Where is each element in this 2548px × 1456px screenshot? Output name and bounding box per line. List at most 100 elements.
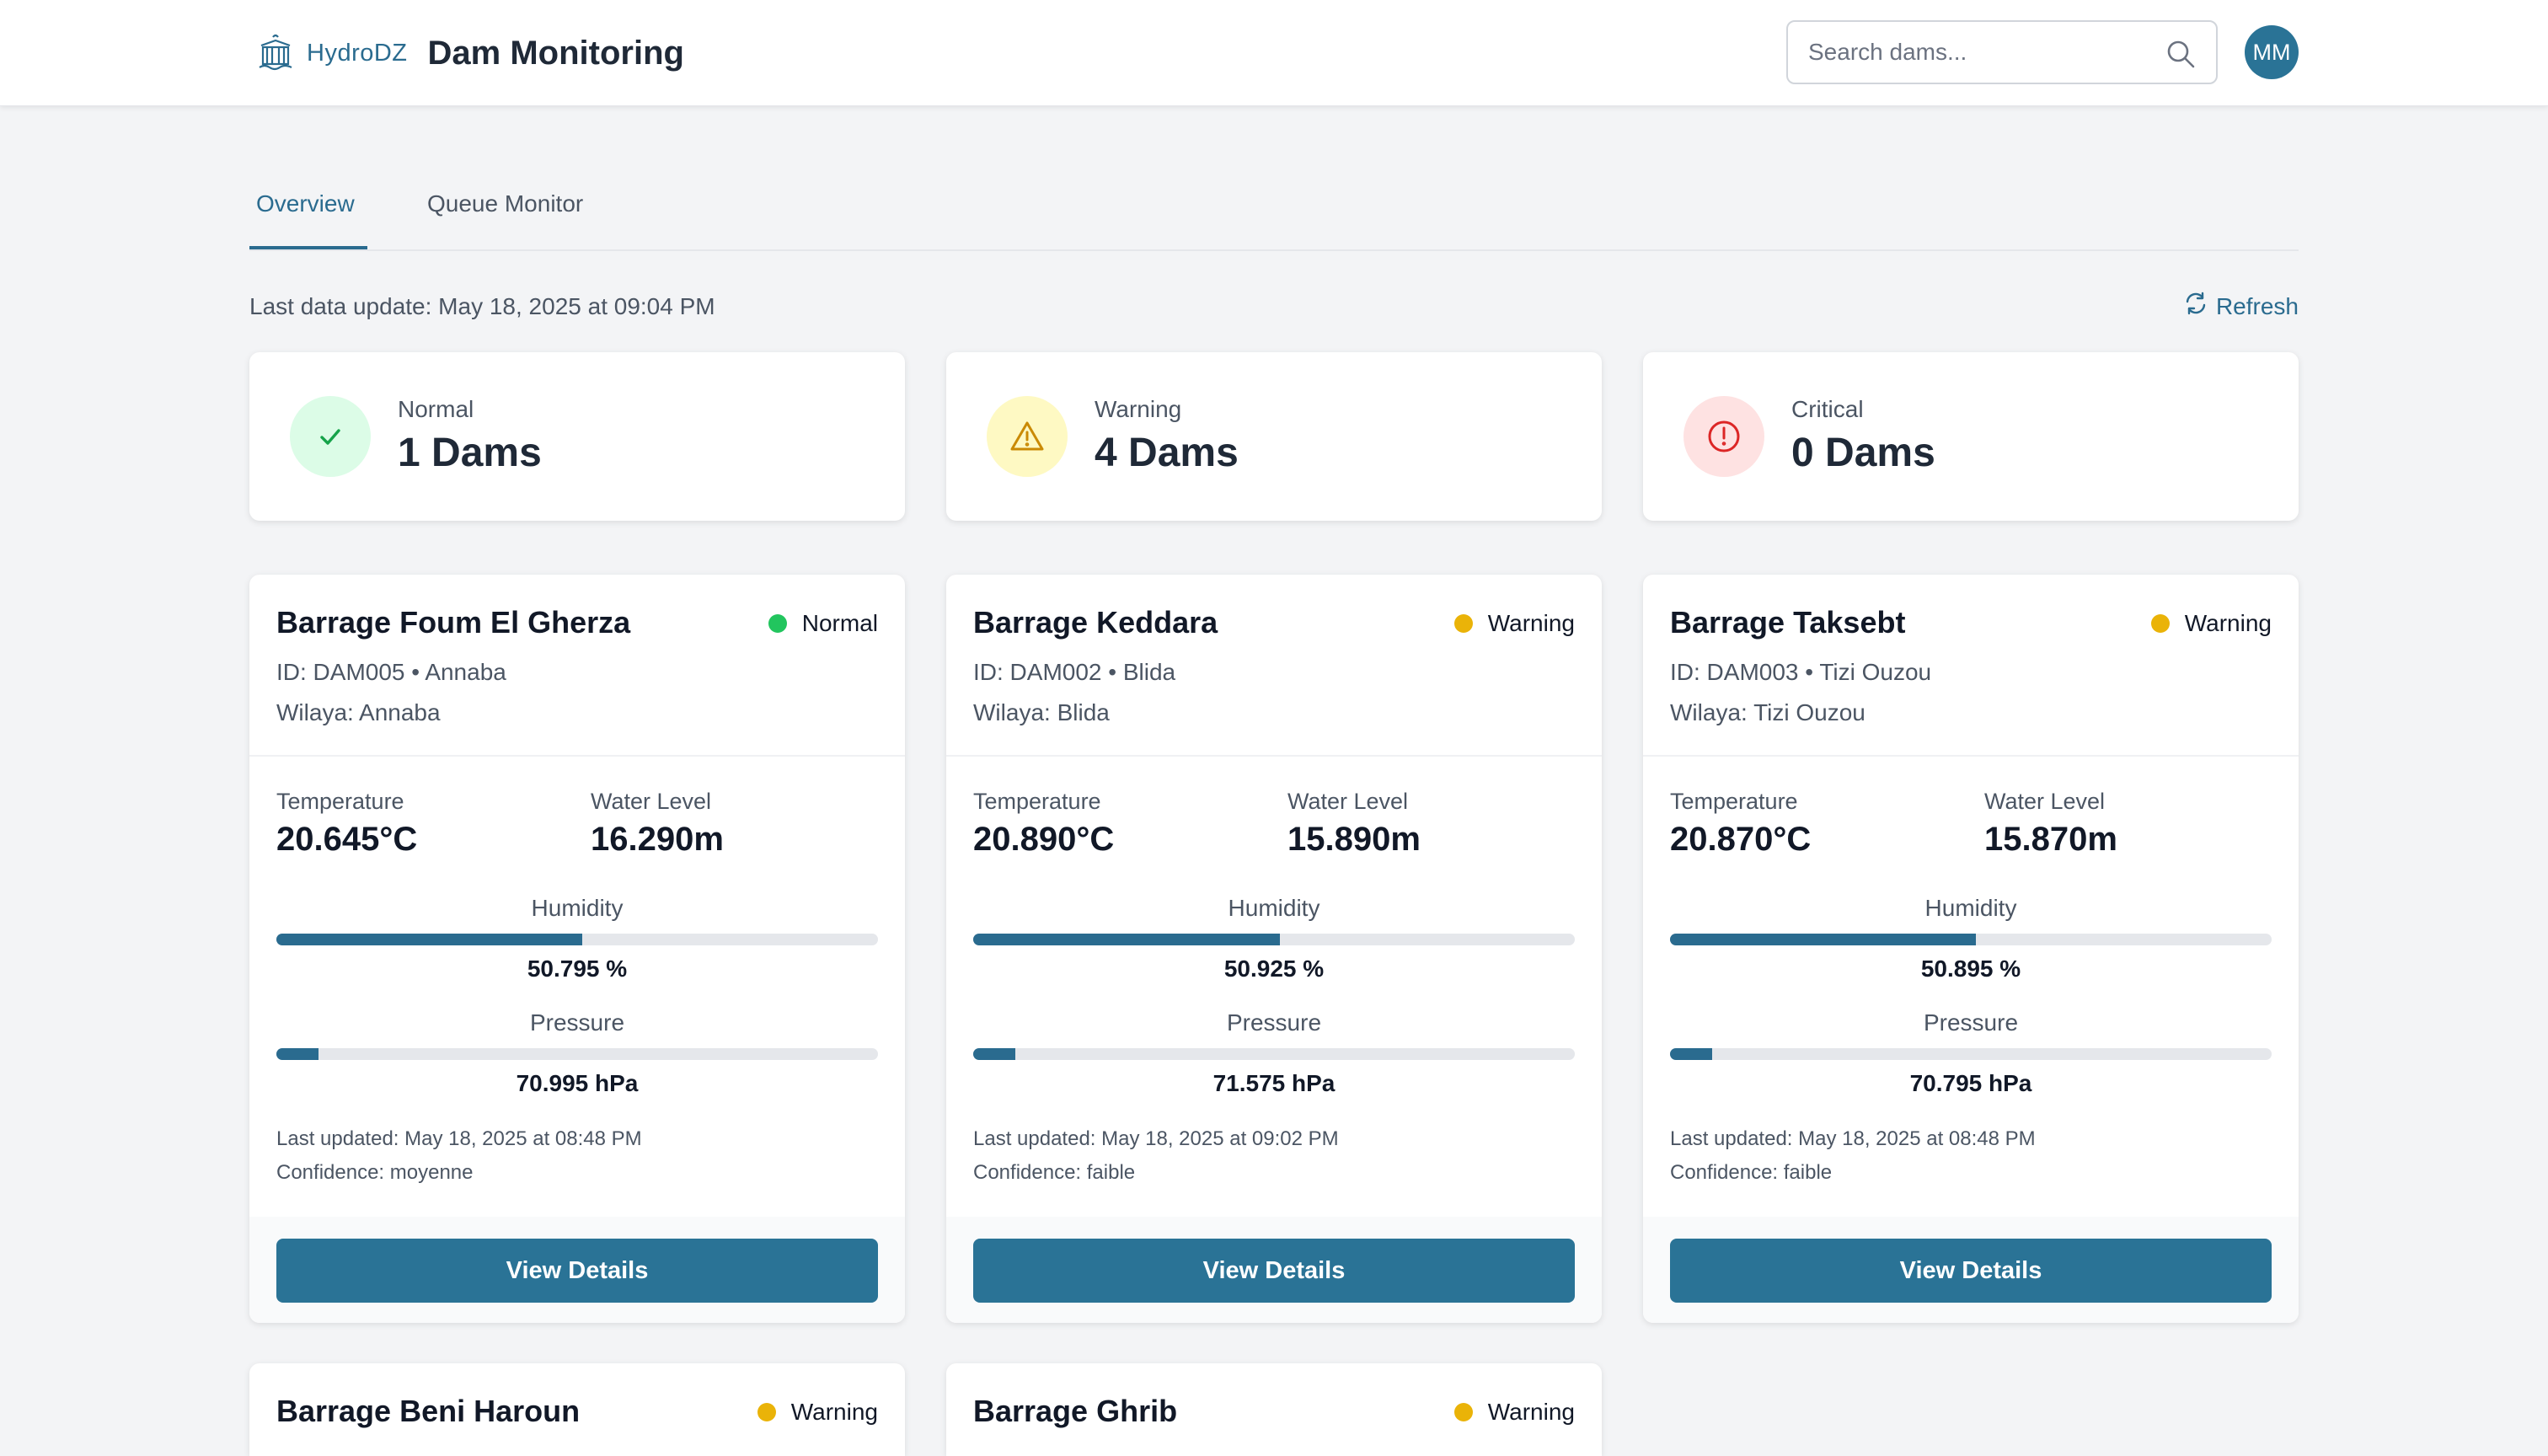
- status-text: Normal: [801, 610, 878, 636]
- status-badge: Warning: [1453, 1399, 1575, 1426]
- humidity-label: Humidity: [1228, 895, 1320, 921]
- warning-triangle-icon: [987, 396, 1068, 477]
- tab-bar: Overview Queue Monitor: [249, 165, 2299, 251]
- pressure-label: Pressure: [1226, 1009, 1322, 1036]
- tab-overview[interactable]: Overview: [256, 190, 355, 217]
- water-level-value: 15.870m: [1984, 821, 2117, 858]
- pressure-value: 70.795 hPa: [1909, 1070, 2032, 1096]
- top-header: HydroDZ Dam Monitoring MM: [0, 0, 2548, 106]
- temperature-value: 20.645°C: [276, 821, 418, 858]
- pressure-label: Pressure: [1923, 1009, 2019, 1036]
- last-data-update: Last data update: May 18, 2025 at 09:04 …: [249, 293, 715, 319]
- pressure-bar: [276, 1048, 878, 1060]
- status-badge: Warning: [2150, 610, 2272, 637]
- status-dot-icon: [768, 614, 787, 633]
- dam-wilaya: Wilaya: Annaba: [276, 699, 441, 725]
- search-box[interactable]: [1786, 20, 2218, 84]
- humidity-bar-fill: [1670, 934, 1977, 945]
- dam-name: Barrage Foum El Gherza: [276, 605, 631, 640]
- water-level-value: 16.290m: [591, 821, 724, 858]
- summary-card-normal: Normal 1 Dams: [249, 352, 905, 521]
- humidity-value: 50.925 %: [1223, 956, 1325, 982]
- check-icon: [290, 396, 371, 477]
- pressure-value: 71.575 hPa: [1212, 1070, 1336, 1096]
- pressure-bar: [1670, 1048, 2272, 1060]
- humidity-label: Humidity: [531, 895, 624, 921]
- tab-queue-monitor[interactable]: Queue Monitor: [427, 190, 583, 217]
- summary-card-critical: Critical 0 Dams: [1643, 352, 2299, 521]
- humidity-bar: [1670, 934, 2272, 945]
- dam-card: Barrage Taksebt Warning ID: DAM003 • Tiz…: [1643, 575, 2299, 1323]
- dam-card-header: Barrage Taksebt Warning ID: DAM003 • Tiz…: [1643, 575, 2299, 757]
- humidity-value: 50.795 %: [527, 956, 628, 982]
- dam-name: Barrage Ghrib: [973, 1394, 1178, 1428]
- dam-name: Barrage Beni Haroun: [276, 1394, 581, 1428]
- status-text: Warning: [2184, 610, 2272, 636]
- page-title: Dam Monitoring: [427, 34, 684, 72]
- dam-wilaya: Wilaya: Tizi Ouzou: [1670, 699, 1866, 725]
- last-updated: Last updated: May 18, 2025 at 08:48 PM: [1670, 1127, 2036, 1150]
- humidity-label: Humidity: [1924, 895, 2017, 921]
- status-badge: Warning: [757, 1399, 878, 1426]
- summary-value: 4 Dams: [1095, 431, 1239, 475]
- water-level-label: Water Level: [1287, 789, 1409, 814]
- pressure-value: 70.995 hPa: [516, 1070, 639, 1096]
- view-details-button[interactable]: View Details: [973, 1239, 1575, 1303]
- water-level-label: Water Level: [1984, 789, 2106, 814]
- temperature-label: Temperature: [1670, 789, 1798, 814]
- humidity-value: 50.895 %: [1920, 956, 2021, 982]
- dam-name: Barrage Keddara: [973, 605, 1218, 640]
- temperature-label: Temperature: [973, 789, 1101, 814]
- temperature-value: 20.870°C: [1670, 821, 1812, 858]
- status-text: Warning: [790, 1399, 878, 1425]
- summary-value: 1 Dams: [398, 431, 542, 475]
- humidity-bar: [276, 934, 878, 945]
- temperature-label: Temperature: [276, 789, 404, 814]
- pressure-bar-fill: [276, 1048, 318, 1060]
- dam-name: Barrage Taksebt: [1670, 605, 1906, 640]
- search-icon[interactable]: [2165, 39, 2196, 69]
- dam-id: ID: DAM002 • Blida: [973, 659, 1176, 685]
- pressure-bar-fill: [973, 1048, 1015, 1060]
- summary-label: Warning: [1095, 396, 1182, 422]
- water-level-value: 15.890m: [1287, 821, 1421, 858]
- pressure-bar: [973, 1048, 1575, 1060]
- dam-card-header: Barrage Keddara Warning ID: DAM002 • Bli…: [946, 575, 1602, 757]
- temperature-value: 20.890°C: [973, 821, 1115, 858]
- status-dot-icon: [1453, 614, 1473, 633]
- dam-card: Barrage Ghrib Warning: [946, 1363, 1602, 1456]
- dam-card: Barrage Keddara Warning ID: DAM002 • Bli…: [946, 575, 1602, 1323]
- view-details-button[interactable]: View Details: [1670, 1239, 2272, 1303]
- status-dot-icon: [757, 1403, 776, 1421]
- view-details-button[interactable]: View Details: [276, 1239, 878, 1303]
- pressure-label: Pressure: [529, 1009, 625, 1036]
- avatar[interactable]: MM: [2245, 25, 2299, 79]
- confidence: Confidence: faible: [973, 1161, 1136, 1184]
- dam-id: ID: DAM003 • Tizi Ouzou: [1670, 659, 1932, 685]
- confidence: Confidence: moyenne: [276, 1161, 474, 1184]
- brand[interactable]: HydroDZ Dam Monitoring: [254, 29, 684, 78]
- search-input[interactable]: [1808, 39, 2145, 66]
- dam-card: Barrage Beni Haroun Warning: [249, 1363, 905, 1456]
- active-tab-indicator: [249, 246, 367, 249]
- pressure-bar-fill: [1670, 1048, 1712, 1060]
- humidity-bar-fill: [276, 934, 582, 945]
- humidity-bar-fill: [973, 934, 1280, 945]
- water-level-label: Water Level: [591, 789, 712, 814]
- dam-wilaya: Wilaya: Blida: [973, 699, 1110, 725]
- status-dot-icon: [2150, 614, 2170, 633]
- status-text: Warning: [1487, 1399, 1575, 1425]
- status-badge: Normal: [768, 610, 878, 637]
- hydrodz-logo-icon: [254, 32, 297, 74]
- confidence: Confidence: faible: [1670, 1161, 1833, 1184]
- refresh-label: Refresh: [2215, 292, 2299, 319]
- summary-value: 0 Dams: [1791, 431, 1935, 475]
- refresh-button[interactable]: Refresh: [2184, 292, 2299, 321]
- summary-card-warning: Warning 4 Dams: [946, 352, 1602, 521]
- alert-circle-icon: [1684, 396, 1764, 477]
- status-text: Warning: [1487, 610, 1575, 636]
- last-updated: Last updated: May 18, 2025 at 08:48 PM: [276, 1127, 642, 1150]
- brand-name: HydroDZ: [307, 39, 408, 67]
- refresh-icon: [2184, 292, 2208, 321]
- summary-label: Normal: [398, 396, 474, 422]
